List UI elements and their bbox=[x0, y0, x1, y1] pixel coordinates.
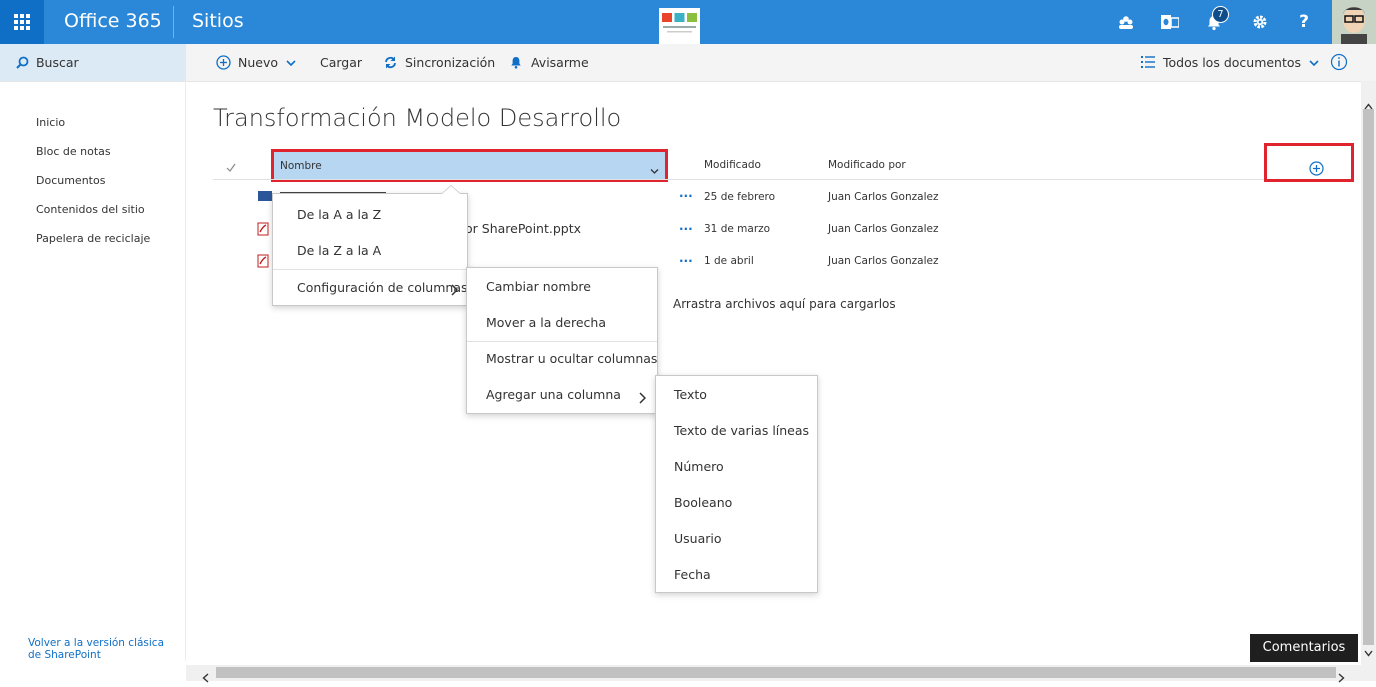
column-header-menu: De la A a la Z De la Z a la A Configurac… bbox=[272, 193, 468, 306]
sync-button[interactable]: Sincronización bbox=[384, 44, 495, 81]
sync-label: Sincronización bbox=[404, 55, 496, 70]
nav-item-site-contents[interactable]: Contenidos del sitio bbox=[36, 203, 145, 216]
column-settings-submenu: Cambiar nombre Mover a la derecha Mostra… bbox=[466, 267, 658, 414]
ellipsis-more-icon[interactable]: ··· bbox=[679, 254, 693, 268]
alert-me-label: Avisarme bbox=[530, 55, 589, 70]
select-all-checkmark-icon[interactable] bbox=[226, 157, 236, 176]
mvp-cluster-logo bbox=[659, 8, 700, 44]
chevron-down-icon bbox=[650, 160, 659, 179]
vertical-scroll-thumb[interactable] bbox=[1363, 109, 1374, 645]
show-hide-columns-option[interactable]: Mostrar u ocultar columnas bbox=[486, 351, 657, 366]
scroll-right-icon[interactable] bbox=[1338, 668, 1345, 687]
word-file-icon bbox=[258, 191, 272, 201]
search-label: Buscar bbox=[35, 55, 79, 70]
type-option-date[interactable]: Fecha bbox=[674, 567, 711, 582]
new-label: Nuevo bbox=[237, 55, 278, 70]
modified-cell: 1 de abril bbox=[704, 255, 754, 267]
type-option-boolean[interactable]: Booleano bbox=[674, 495, 732, 510]
header-underline bbox=[213, 179, 1353, 180]
rename-column-option[interactable]: Cambiar nombre bbox=[486, 279, 591, 294]
sort-descending-option[interactable]: De la Z a la A bbox=[297, 243, 381, 258]
sort-ascending-option[interactable]: De la A a la Z bbox=[297, 207, 381, 222]
info-icon[interactable] bbox=[1330, 53, 1348, 75]
nav-item-documents[interactable]: Documentos bbox=[36, 174, 105, 187]
user-avatar[interactable] bbox=[1332, 0, 1376, 44]
sites-link[interactable]: Sitios bbox=[192, 10, 244, 32]
settings-gear-icon[interactable] bbox=[1238, 0, 1282, 44]
waffle-icon bbox=[14, 14, 30, 30]
bell-icon bbox=[510, 55, 522, 70]
nav-divider bbox=[185, 81, 186, 661]
modified-by-cell[interactable]: Juan Carlos Gonzalez bbox=[828, 255, 938, 267]
alert-me-button[interactable]: Avisarme bbox=[510, 44, 589, 81]
modified-by-column-header[interactable]: Modificado por bbox=[828, 159, 906, 171]
ellipsis-more-icon[interactable]: ··· bbox=[679, 222, 693, 236]
modified-cell: 25 de febrero bbox=[704, 191, 776, 203]
app-launcher-icon[interactable] bbox=[0, 0, 44, 44]
feedback-button[interactable]: Comentarios bbox=[1250, 634, 1358, 662]
modified-column-header[interactable]: Modificado bbox=[704, 159, 761, 171]
new-button[interactable]: Nuevo bbox=[216, 44, 296, 81]
suite-divider bbox=[173, 6, 174, 38]
notifications-bell-icon[interactable] bbox=[1192, 0, 1236, 44]
page-title: Transformación Modelo Desarrollo bbox=[213, 104, 622, 132]
add-column-plus-icon[interactable] bbox=[1309, 161, 1324, 180]
chevron-right-icon bbox=[639, 389, 647, 408]
upload-button[interactable]: Cargar bbox=[320, 44, 362, 81]
nav-item-home[interactable]: Inicio bbox=[36, 116, 65, 129]
outlook-icon[interactable] bbox=[1148, 0, 1192, 44]
chevron-down-icon bbox=[1305, 55, 1319, 70]
type-option-number[interactable]: Número bbox=[674, 459, 724, 474]
horizontal-scrollbar[interactable] bbox=[186, 665, 1376, 683]
notification-count-badge: 7 bbox=[1212, 6, 1229, 23]
classic-view-link[interactable]: Volver a la versión clásica de SharePoin… bbox=[28, 637, 178, 661]
chevron-down-icon bbox=[282, 55, 296, 70]
menu-divider bbox=[273, 269, 467, 270]
pdf-file-icon bbox=[257, 253, 269, 272]
modified-by-cell[interactable]: Juan Carlos Gonzalez bbox=[828, 191, 938, 203]
view-label: Todos los documentos bbox=[1162, 55, 1302, 70]
menu-divider bbox=[467, 341, 657, 342]
menu-pointer bbox=[442, 186, 460, 194]
view-selector[interactable]: Todos los documentos bbox=[1141, 44, 1319, 81]
type-option-text[interactable]: Texto bbox=[674, 387, 707, 402]
pdf-file-icon bbox=[257, 221, 269, 240]
office-365-brand[interactable]: Office 365 bbox=[64, 10, 162, 32]
horizontal-scroll-thumb[interactable] bbox=[216, 667, 1336, 678]
scroll-down-icon[interactable] bbox=[1364, 642, 1373, 661]
move-right-option[interactable]: Mover a la derecha bbox=[486, 315, 606, 330]
chevron-right-icon bbox=[451, 281, 459, 300]
scroll-left-icon[interactable] bbox=[202, 668, 209, 687]
ellipsis-more-icon[interactable]: ··· bbox=[679, 189, 693, 203]
type-option-user[interactable]: Usuario bbox=[674, 531, 722, 546]
help-icon[interactable]: ? bbox=[1282, 0, 1326, 44]
type-option-multiline-text[interactable]: Texto de varias líneas bbox=[674, 423, 809, 438]
search-command[interactable]: Buscar bbox=[16, 44, 79, 81]
name-column-header[interactable]: Nombre bbox=[271, 149, 668, 182]
name-column-label: Nombre bbox=[280, 160, 322, 172]
add-column-option[interactable]: Agregar una columna bbox=[486, 387, 621, 402]
drop-files-hint: Arrastra archivos aquí para cargarlos bbox=[673, 297, 896, 311]
vertical-scrollbar[interactable] bbox=[1361, 81, 1376, 665]
file-name-link[interactable]: or SharePoint.pptx bbox=[465, 221, 581, 236]
yammer-people-icon[interactable] bbox=[1104, 0, 1148, 44]
column-settings-option[interactable]: Configuración de columnas bbox=[297, 280, 468, 295]
modified-by-cell[interactable]: Juan Carlos Gonzalez bbox=[828, 223, 938, 235]
column-type-submenu: Texto Texto de varias líneas Número Bool… bbox=[655, 375, 818, 593]
nav-item-recycle-bin[interactable]: Papelera de reciclaje bbox=[36, 232, 150, 245]
modified-cell: 31 de marzo bbox=[704, 223, 771, 235]
add-circle-icon bbox=[216, 55, 231, 70]
nav-item-notebook[interactable]: Bloc de notas bbox=[36, 145, 111, 158]
sync-icon bbox=[384, 55, 397, 70]
list-view-icon bbox=[1141, 55, 1155, 70]
search-icon bbox=[16, 55, 29, 70]
